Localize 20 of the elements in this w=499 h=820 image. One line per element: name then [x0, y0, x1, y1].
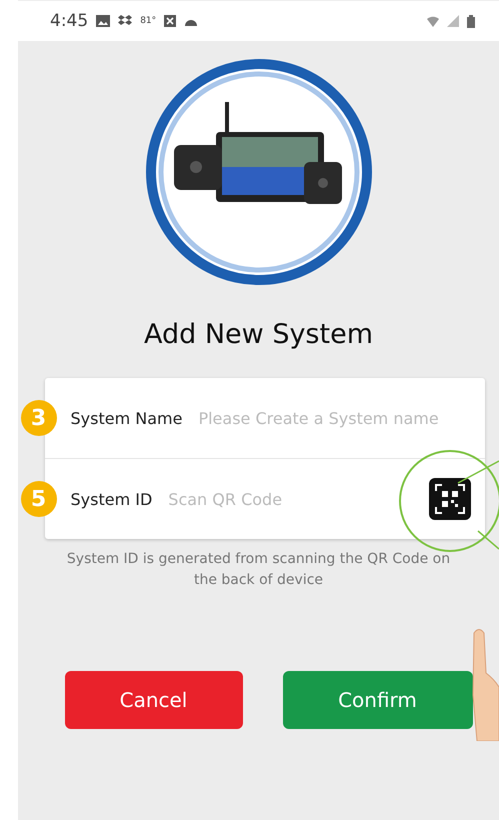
battery-icon — [467, 14, 475, 28]
step-number: 5 — [20, 481, 56, 517]
status-temperature: 81° — [140, 16, 156, 26]
image-icon — [96, 15, 110, 27]
qr-scan-button[interactable] — [428, 478, 470, 520]
confirm-button[interactable]: Confirm — [282, 671, 472, 729]
input-field[interactable]: Please Create a System name — [196, 408, 470, 428]
step-number: 3 — [20, 400, 56, 436]
field-label: System Name — [70, 408, 182, 428]
signal-icon — [447, 15, 459, 27]
input-field[interactable]: Scan QR Code — [166, 488, 414, 510]
cancel-button[interactable]: Cancel — [64, 671, 242, 729]
notification-icon — [164, 15, 176, 27]
help-text: System ID is generated from scanning the QR Code on the back of device — [66, 550, 452, 590]
dropbox-icon — [118, 15, 132, 27]
field-label: System ID — [70, 490, 152, 508]
page-title: Add New System — [144, 319, 373, 350]
wifi-icon — [427, 15, 439, 27]
status-time: 4:45 — [50, 11, 88, 31]
qr-code-icon — [434, 483, 466, 515]
